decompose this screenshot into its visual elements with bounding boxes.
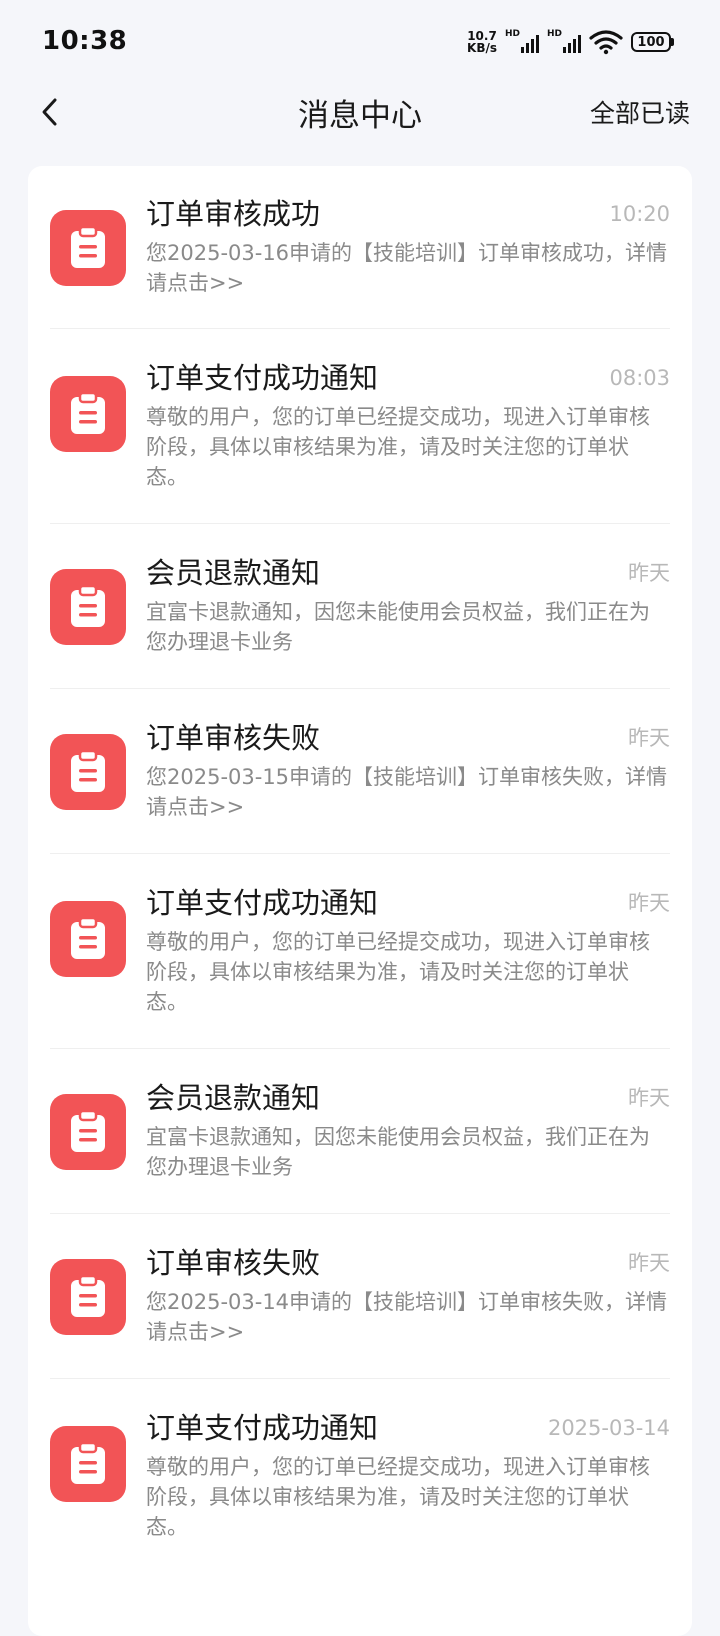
signal-hd-label: HD: [505, 29, 521, 39]
status-icons: 10.7 KB/s HD HD 100: [467, 26, 674, 58]
message-title: 订单支付成功通知: [146, 1411, 379, 1445]
net-speed-unit: KB/s: [467, 41, 497, 55]
message-item[interactable]: 订单支付成功通知 昨天 尊敬的用户，您的订单已经提交成功，现进入订单审核阶段，具…: [50, 855, 670, 1049]
message-body: 尊敬的用户，您的订单已经提交成功，现进入订单审核阶段，具体以审核结果为准，请及时…: [146, 930, 650, 1014]
message-item[interactable]: 会员退款通知 昨天 宜富卡退款通知，因您未能使用会员权益，我们正在为您办理退卡业…: [50, 525, 670, 689]
battery-icon: 100: [631, 32, 674, 52]
message-time: 昨天: [628, 1251, 670, 1275]
clipboard-icon: [50, 376, 126, 452]
status-bar: 10:38 10.7 KB/s HD HD 100: [0, 0, 720, 84]
message-item[interactable]: 订单支付成功通知 08:03 尊敬的用户，您的订单已经提交成功，现进入订单审核阶…: [50, 330, 670, 524]
clipboard-icon: [50, 1259, 126, 1335]
message-time: 昨天: [628, 561, 670, 585]
divider: [50, 523, 670, 524]
message-title: 会员退款通知: [146, 556, 321, 590]
message-title: 订单审核成功: [146, 197, 321, 231]
message-item[interactable]: 订单审核成功 10:20 您2025-03-16申请的【技能培训】订单审核成功，…: [50, 166, 670, 329]
signal-bars: [563, 35, 581, 53]
message-item[interactable]: 订单审核失败 昨天 您2025-03-14申请的【技能培训】订单审核失败，详情请…: [50, 1215, 670, 1379]
message-body: 宜富卡退款通知，因您未能使用会员权益，我们正在为您办理退卡业务: [146, 1125, 650, 1179]
message-time: 08:03: [609, 366, 670, 390]
message-title: 订单支付成功通知: [146, 361, 379, 395]
message-body: 尊敬的用户，您的订单已经提交成功，现进入订单审核阶段，具体以审核结果为准，请及时…: [146, 1455, 650, 1539]
message-title: 会员退款通知: [146, 1081, 321, 1115]
message-item[interactable]: 会员退款通知 昨天 宜富卡退款通知，因您未能使用会员权益，我们正在为您办理退卡业…: [50, 1050, 670, 1214]
signal-icon: HD: [505, 29, 539, 55]
nav-bar: 消息中心 全部已读: [0, 84, 720, 140]
wifi-icon: [589, 30, 623, 55]
message-body: 尊敬的用户，您的订单已经提交成功，现进入订单审核阶段，具体以审核结果为准，请及时…: [146, 405, 650, 489]
message-item[interactable]: 订单支付成功通知 2025-03-14 尊敬的用户，您的订单已经提交成功，现进入…: [50, 1380, 670, 1574]
message-title: 订单审核失败: [146, 1246, 321, 1280]
message-body: 您2025-03-15申请的【技能培训】订单审核失败，详情请点击>>: [146, 765, 668, 819]
message-time: 昨天: [628, 891, 670, 915]
clipboard-icon: [50, 210, 126, 286]
clipboard-icon: [50, 901, 126, 977]
divider: [50, 1213, 670, 1214]
clipboard-icon: [50, 1094, 126, 1170]
message-body: 您2025-03-16申请的【技能培训】订单审核成功，详情请点击>>: [146, 241, 668, 295]
divider: [50, 1048, 670, 1049]
clipboard-icon: [50, 734, 126, 810]
message-list: 订单审核成功 10:20 您2025-03-16申请的【技能培训】订单审核成功，…: [28, 166, 692, 1636]
clipboard-icon: [50, 1426, 126, 1502]
message-body: 宜富卡退款通知，因您未能使用会员权益，我们正在为您办理退卡业务: [146, 600, 650, 654]
divider: [50, 688, 670, 689]
message-body: 您2025-03-14申请的【技能培训】订单审核失败，详情请点击>>: [146, 1290, 668, 1344]
message-title: 订单审核失败: [146, 721, 321, 755]
signal-bars: [521, 35, 539, 53]
divider: [50, 853, 670, 854]
divider: [50, 328, 670, 329]
net-speed: 10.7 KB/s: [467, 30, 497, 54]
message-time: 昨天: [628, 1086, 670, 1110]
signal-hd-label: HD: [547, 29, 563, 39]
status-time: 10:38: [42, 26, 128, 56]
signal-icon: HD: [547, 29, 581, 55]
mark-all-read-button[interactable]: 全部已读: [590, 94, 690, 130]
battery-level: 100: [631, 32, 671, 52]
clipboard-icon: [50, 569, 126, 645]
message-item[interactable]: 订单审核失败 昨天 您2025-03-15申请的【技能培训】订单审核失败，详情请…: [50, 690, 670, 854]
message-title: 订单支付成功通知: [146, 886, 379, 920]
message-time: 10:20: [609, 202, 670, 226]
message-time: 昨天: [628, 726, 670, 750]
divider: [50, 1378, 670, 1379]
message-time: 2025-03-14: [547, 1416, 670, 1440]
